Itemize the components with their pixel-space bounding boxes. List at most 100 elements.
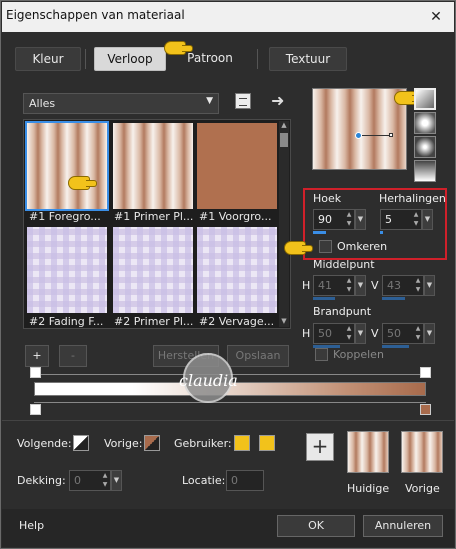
gallery-item[interactable]	[113, 227, 193, 313]
gallery-item-label: #1 Voorgro...	[199, 210, 272, 223]
gebruiker-swatch-2[interactable]	[259, 435, 275, 451]
gallery-item-label: #2 Vervage...	[199, 315, 275, 328]
add-to-palette-button[interactable]: +	[306, 433, 334, 461]
tab-textuur[interactable]: Textuur	[269, 47, 347, 71]
brandpunt-h-input[interactable]: 50 ▲ ▼	[313, 323, 355, 344]
spinner-icon[interactable]: ▲ ▼	[344, 210, 354, 229]
omkeren-label[interactable]: Omkeren	[337, 240, 387, 253]
angle-knob[interactable]	[355, 132, 362, 139]
koppelen-label[interactable]: Koppelen	[333, 348, 384, 361]
herhalingen-input[interactable]: 5 ▲ ▼	[380, 209, 422, 230]
pointing-hand-icon	[68, 176, 97, 190]
watermark-text: claudia	[179, 371, 238, 390]
gradient-stop-top-left[interactable]	[30, 367, 41, 378]
help-link[interactable]: Help	[19, 519, 44, 532]
rectangular-gradient-icon[interactable]	[414, 112, 436, 134]
spinner-icon[interactable]: ▲ ▼	[344, 324, 354, 343]
gallery-item[interactable]	[197, 123, 277, 209]
library-dropdown[interactable]: Alles ▼	[23, 93, 219, 114]
radial-gradient-icon[interactable]	[414, 136, 436, 158]
chevron-down-icon[interactable]: ▼	[422, 209, 433, 230]
hoek-input[interactable]: 90 ▲ ▼	[313, 209, 355, 230]
hoek-slider[interactable]	[313, 231, 326, 234]
middelpunt-label: Middelpunt	[313, 258, 375, 271]
brandpunt-v-input[interactable]: 50 ▲ ▼	[382, 323, 424, 344]
angle-handle[interactable]	[389, 133, 393, 137]
spinner-icon[interactable]: ▲ ▼	[344, 276, 354, 295]
gallery-item-label: #1 Primer Pl...	[114, 210, 194, 223]
koppelen-checkbox[interactable]	[315, 348, 328, 361]
brand-h-label: H	[302, 327, 311, 340]
gallery-item[interactable]	[197, 227, 277, 313]
brandpunt-label: Brandpunt	[313, 305, 372, 318]
hoek-value: 90	[318, 213, 332, 226]
volgende-swatch[interactable]	[73, 435, 89, 451]
mid-h-value: 41	[318, 279, 332, 292]
locatie-input[interactable]: 0	[226, 470, 264, 491]
middelpunt-h-input[interactable]: 41 ▲ ▼	[313, 275, 355, 296]
spinner-icon[interactable]: ▲ ▼	[411, 210, 421, 229]
library-dropdown-value: Alles	[29, 97, 56, 110]
omkeren-checkbox[interactable]	[319, 240, 332, 253]
sunburst-gradient-icon[interactable]	[414, 160, 436, 182]
chevron-down-icon[interactable]: ▼	[424, 275, 435, 296]
linear-gradient-icon[interactable]	[414, 88, 436, 110]
previous-gradient-thumb[interactable]	[401, 431, 443, 473]
dekking-input[interactable]: 0 ▲ ▼	[69, 470, 111, 491]
gallery-scrollbar[interactable]: ▲ ▼	[279, 121, 289, 327]
arrow-right-icon[interactable]: ➜	[271, 91, 284, 110]
chevron-down-icon[interactable]: ▼	[424, 323, 435, 344]
library-list-icon[interactable]	[235, 93, 251, 109]
ok-button[interactable]: OK	[277, 515, 355, 537]
material-properties-dialog: Eigenschappen van materiaal ✕ Kleur Verl…	[0, 0, 456, 549]
tab-kleur[interactable]: Kleur	[15, 47, 81, 71]
brand-v-value: 50	[387, 327, 401, 340]
mid-h-label: H	[302, 279, 311, 292]
gallery-item-label: #1 Foregro...	[29, 210, 101, 223]
herhalingen-slider[interactable]	[380, 231, 383, 234]
middelpunt-v-input[interactable]: 43 ▲ ▼	[382, 275, 424, 296]
gallery-item[interactable]	[113, 123, 193, 209]
gradient-stop-start[interactable]	[30, 404, 41, 415]
chevron-down-icon[interactable]: ▼	[355, 209, 366, 230]
mid-v-value: 43	[387, 279, 401, 292]
add-button[interactable]: +	[25, 345, 49, 367]
spinner-icon[interactable]: ▲ ▼	[413, 276, 423, 295]
pointing-hand-icon	[164, 41, 193, 55]
locatie-value: 0	[231, 474, 238, 487]
gradient-preview[interactable]	[312, 88, 407, 170]
spinner-icon[interactable]: ▲ ▼	[100, 471, 110, 490]
pointing-hand-icon	[284, 241, 313, 255]
brand-v-slider[interactable]	[382, 345, 409, 348]
tab-verloop[interactable]: Verloop	[94, 47, 166, 71]
pointing-hand-icon	[394, 91, 423, 105]
close-icon[interactable]: ✕	[426, 7, 446, 27]
spinner-icon[interactable]: ▲ ▼	[413, 324, 423, 343]
current-gradient-thumb[interactable]	[347, 431, 389, 473]
locatie-label: Locatie:	[182, 474, 226, 487]
chevron-down-icon[interactable]: ▼	[111, 470, 122, 491]
gallery-item[interactable]	[27, 227, 107, 313]
gallery-item[interactable]	[25, 121, 109, 211]
chevron-down-icon[interactable]: ▼	[355, 275, 366, 296]
title-bar: Eigenschappen van materiaal ✕	[2, 2, 454, 32]
scrollbar-thumb[interactable]	[280, 133, 288, 147]
cancel-button[interactable]: Annuleren	[363, 515, 443, 537]
watermark-logo: claudia	[153, 351, 279, 421]
gradient-stop-top-right[interactable]	[420, 367, 431, 378]
gebruiker-swatch[interactable]	[234, 435, 250, 451]
gallery-item-label: #2 Fading F...	[29, 315, 104, 328]
mid-v-label: V	[371, 279, 379, 292]
gradient-stop-end[interactable]	[420, 404, 431, 415]
scroll-up-icon[interactable]: ▲	[279, 121, 289, 131]
vorige-swatch[interactable]	[144, 435, 160, 451]
scroll-down-icon[interactable]: ▼	[279, 317, 289, 327]
chevron-down-icon[interactable]: ▼	[355, 323, 366, 344]
mid-h-slider[interactable]	[313, 297, 335, 300]
dekking-label: Dekking:	[17, 474, 66, 487]
remove-button[interactable]: -	[59, 345, 87, 367]
chevron-down-icon: ▼	[206, 96, 213, 106]
brand-v-label: V	[371, 327, 379, 340]
mid-v-slider[interactable]	[382, 297, 405, 300]
gallery-item-label: #2 Primer Pl...	[114, 315, 194, 328]
